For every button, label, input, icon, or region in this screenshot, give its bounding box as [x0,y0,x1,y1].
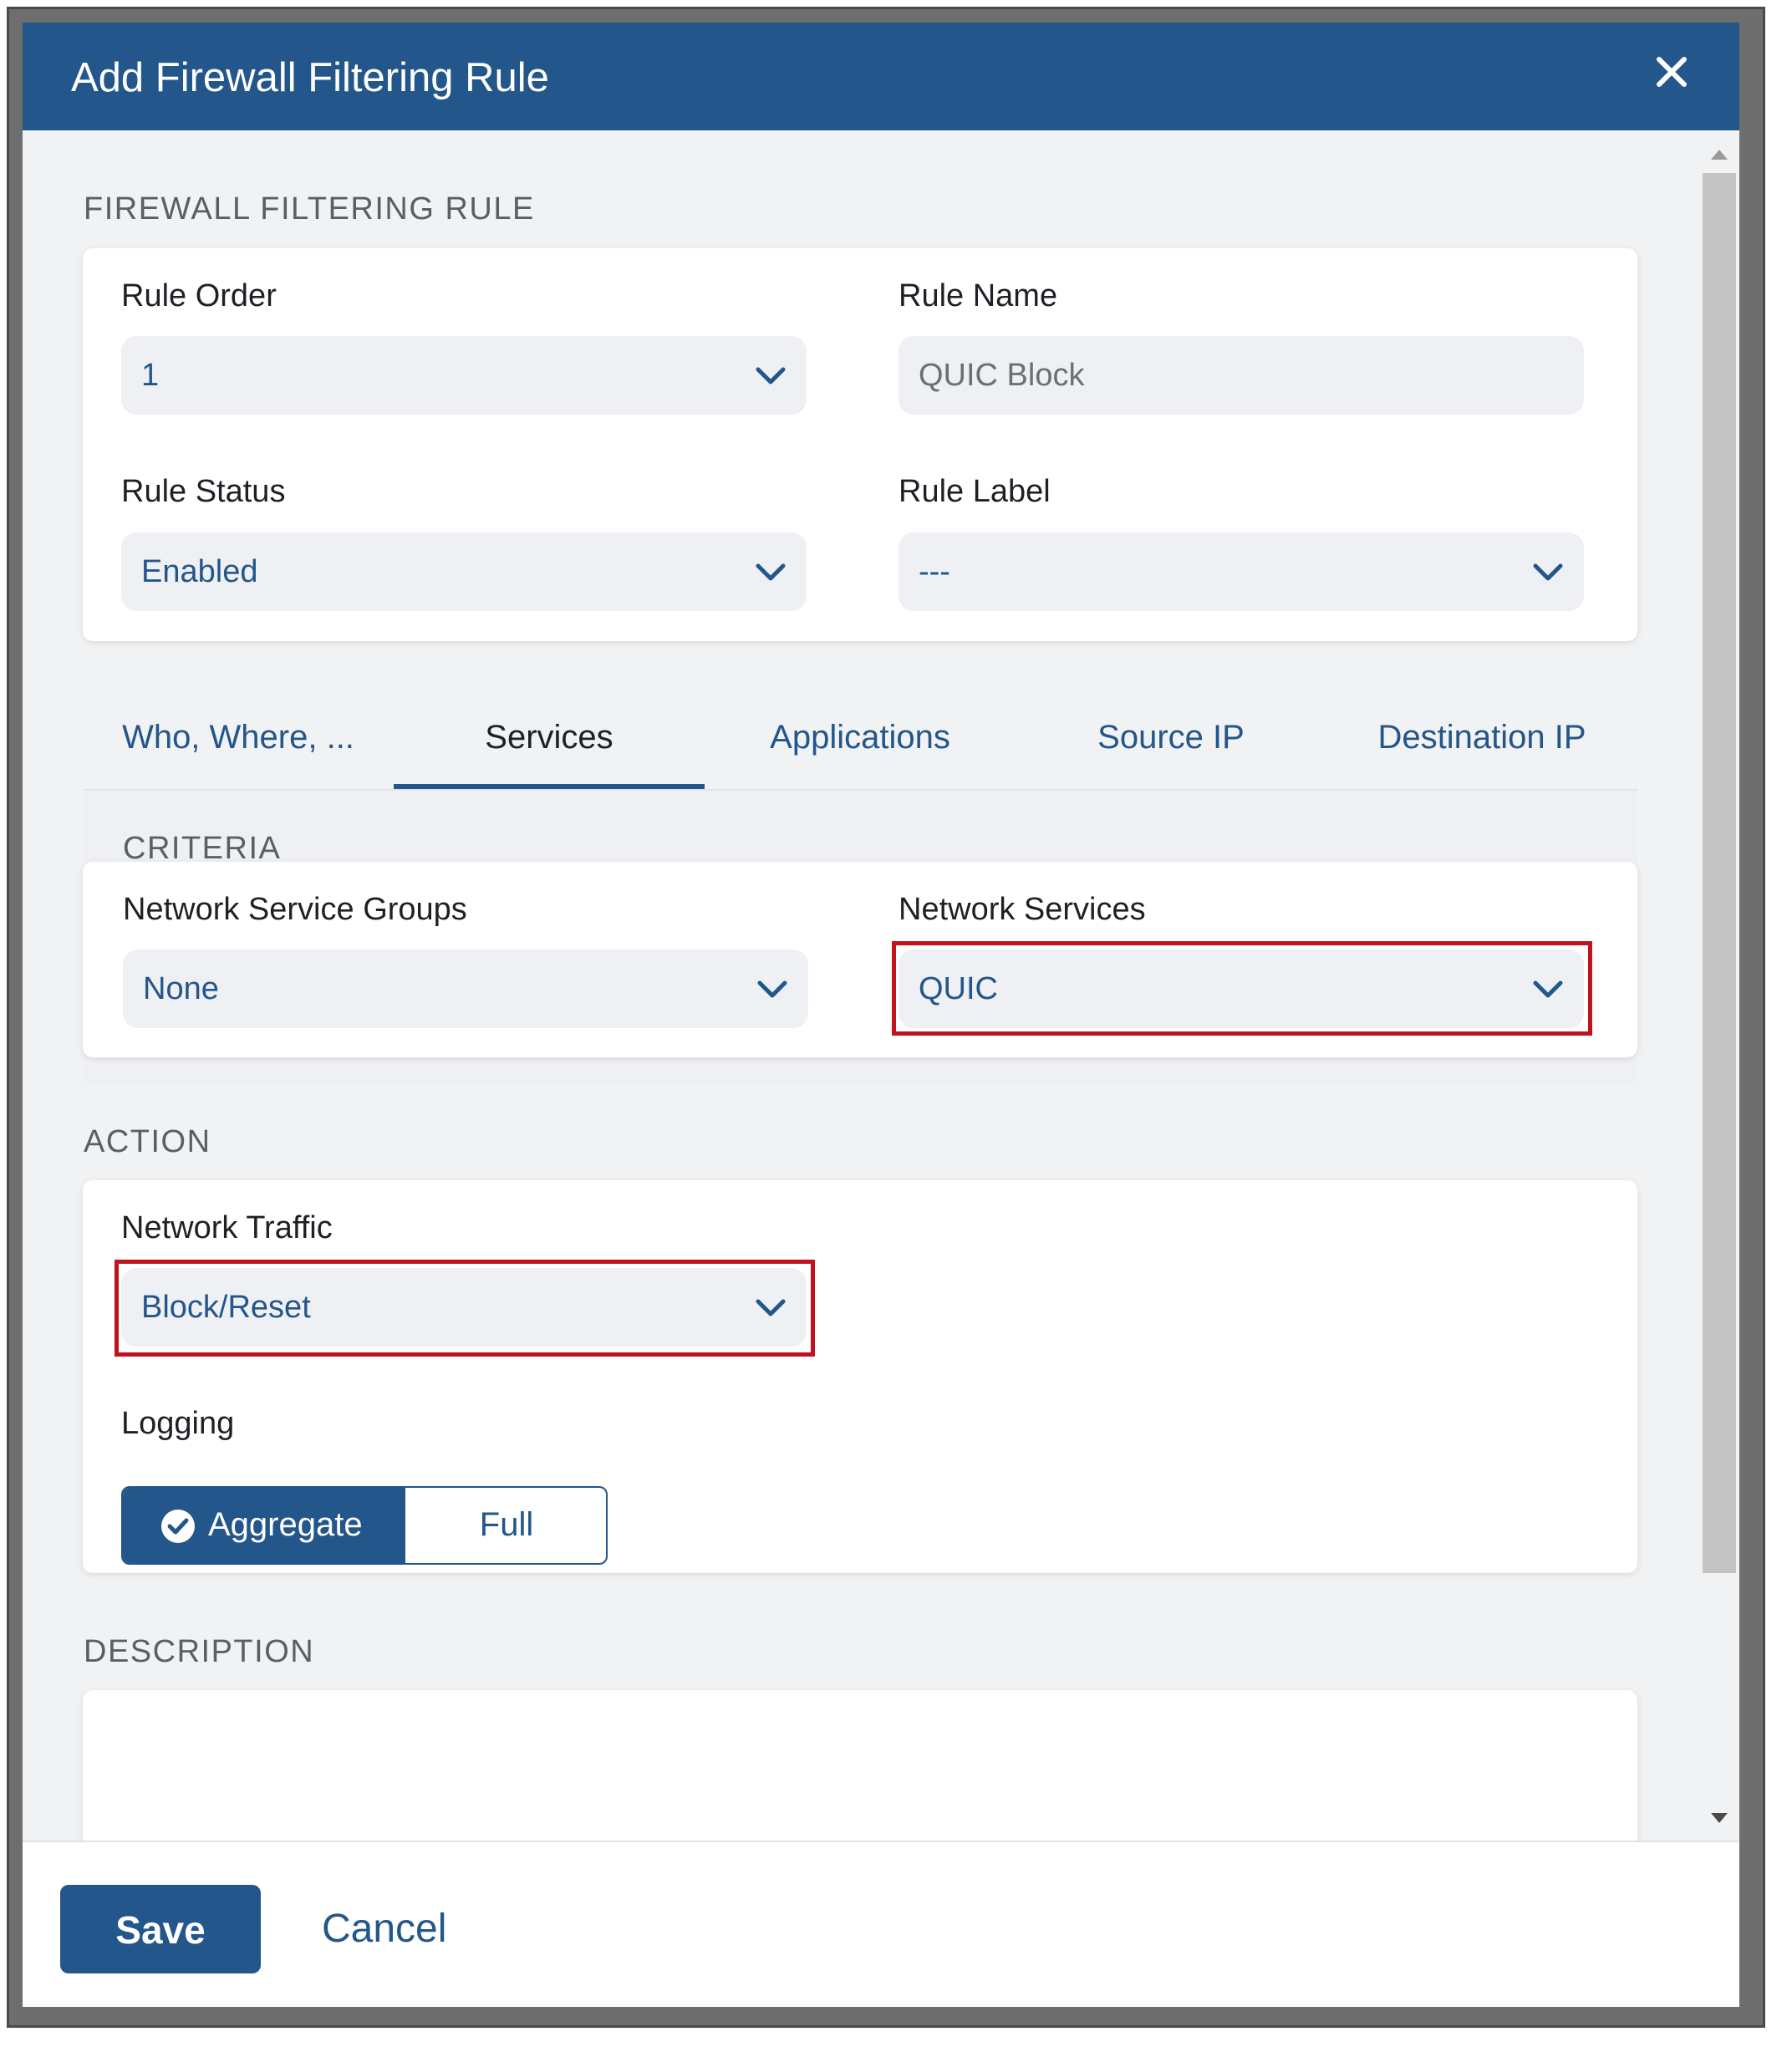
logging-option-aggregate[interactable]: Aggregate [123,1488,404,1563]
rule-name-input[interactable]: QUIC Block [899,336,1584,415]
dialog-header: Add Firewall Filtering Rule [23,23,1739,130]
chevron-down-icon [753,358,788,393]
tab-applications[interactable]: Applications [705,687,1016,789]
network-traffic-label: Network Traffic [121,1210,333,1245]
rule-tabs: Who, Where, ... Services Applications So… [83,687,1637,789]
network-services-highlight [892,941,1592,1036]
logging-label: Logging [121,1406,235,1441]
network-service-groups-value: None [143,971,219,1006]
cancel-button[interactable]: Cancel [322,1906,446,1952]
network-traffic-highlight [115,1260,815,1357]
rule-status-select[interactable]: Enabled [121,532,807,611]
chevron-down-icon [1530,554,1565,589]
chevron-down-icon [755,971,790,1006]
scrollbar-thumb[interactable] [1703,173,1736,1573]
check-circle-icon [160,1508,196,1545]
rule-status-label: Rule Status [121,474,286,509]
rule-name-value: QUIC Block [919,358,1085,393]
network-service-groups-label: Network Service Groups [123,892,467,927]
description-label: DESCRIPTION [84,1634,315,1669]
tab-who-where[interactable]: Who, Where, ... [83,687,394,789]
rule-section-label: FIREWALL FILTERING RULE [84,191,535,227]
tab-destination-ip[interactable]: Destination IP [1326,687,1637,789]
scroll-down-icon[interactable] [1709,1811,1729,1826]
save-button[interactable]: Save [60,1885,261,1973]
rule-label-label: Rule Label [899,474,1051,509]
logging-option-aggregate-label: Aggregate [208,1506,363,1543]
close-icon[interactable] [1647,48,1696,96]
rule-order-label: Rule Order [121,278,277,313]
logging-toggle: Aggregate Full [121,1486,608,1565]
action-label: ACTION [84,1124,211,1159]
rule-order-value: 1 [141,358,160,393]
rule-order-select[interactable]: 1 [121,336,807,415]
logging-option-full[interactable]: Full [404,1488,606,1563]
dialog-title: Add Firewall Filtering Rule [71,55,549,100]
rule-status-value: Enabled [141,554,258,589]
chevron-down-icon [753,554,788,589]
scroll-up-icon[interactable] [1709,146,1729,161]
rule-name-label: Rule Name [899,278,1058,313]
add-firewall-rule-dialog: Add Firewall Filtering Rule FIREWALL FIL… [23,23,1739,2007]
rule-label-select[interactable]: --- [899,532,1584,611]
rule-card: Rule Order 1 Rule Name QUIC Block Rule S… [83,248,1637,641]
tab-source-ip[interactable]: Source IP [1016,687,1326,789]
dialog-footer: Save Cancel [23,1841,1739,2007]
rule-label-value: --- [919,554,950,589]
tab-services[interactable]: Services [394,687,705,789]
network-service-groups-select[interactable]: None [123,950,808,1028]
network-services-label: Network Services [899,892,1146,927]
criteria-card: Network Service Groups None Network Serv… [83,862,1637,1057]
